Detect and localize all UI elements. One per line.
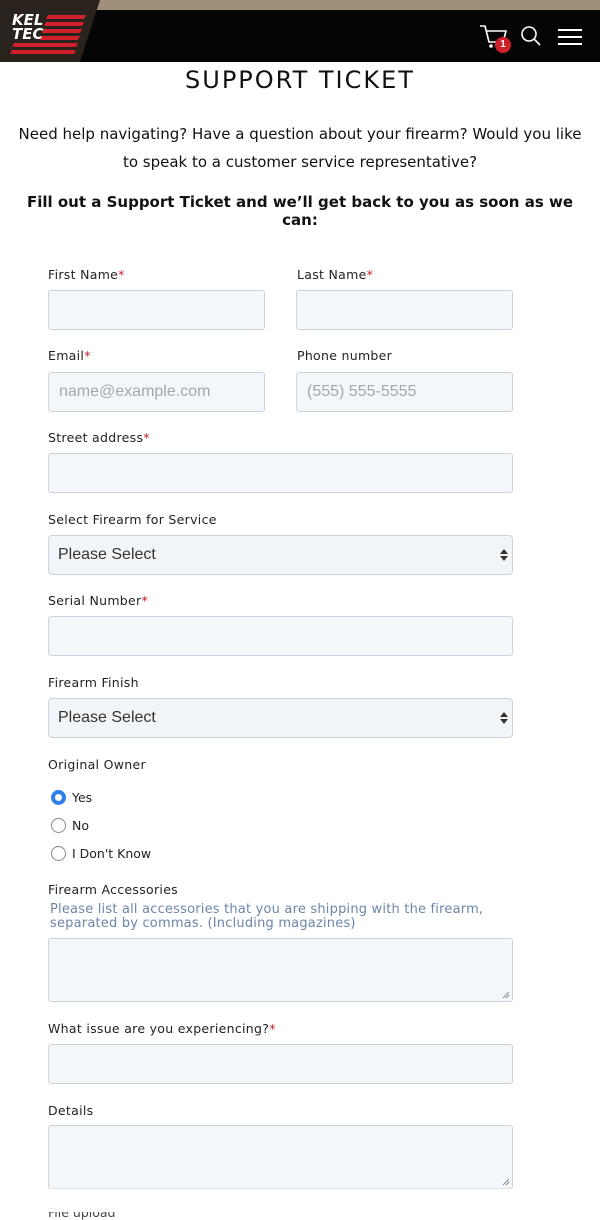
- details-textarea[interactable]: [48, 1125, 513, 1189]
- firearm-select-value: Please Select: [58, 546, 156, 563]
- email-label: Email*: [48, 348, 91, 363]
- first-name-field[interactable]: [48, 290, 265, 330]
- owner-option-no[interactable]: No: [51, 817, 251, 837]
- intro-bold-text: Fill out a Support Ticket and we’ll get …: [26, 193, 573, 229]
- resize-grip-icon[interactable]: [502, 991, 510, 999]
- resize-grip-icon[interactable]: [502, 1178, 510, 1186]
- last-name-field[interactable]: [296, 290, 513, 330]
- search-icon: [521, 26, 541, 46]
- page-title: SUPPORT TICKET: [185, 66, 415, 94]
- logo-mark-icon: KEL TEC: [10, 11, 86, 54]
- serial-number-label: Serial Number*: [48, 593, 149, 608]
- radio-unchecked-icon: [51, 818, 66, 833]
- hamburger-menu-icon: [558, 29, 582, 45]
- search-button[interactable]: [520, 25, 542, 52]
- original-owner-label: Original Owner: [48, 757, 146, 772]
- street-address-label: Street address*: [48, 430, 150, 445]
- radio-unchecked-icon: [51, 846, 66, 861]
- select-arrows-icon: [500, 712, 508, 724]
- last-name-label: Last Name*: [297, 267, 374, 282]
- firearm-select[interactable]: Please Select: [48, 535, 513, 575]
- radio-checked-icon: [51, 790, 66, 805]
- issue-field[interactable]: [48, 1044, 513, 1084]
- menu-button[interactable]: [558, 28, 582, 51]
- owner-option-label: I Don't Know: [72, 846, 152, 861]
- owner-option-label: Yes: [72, 790, 93, 805]
- serial-number-field[interactable]: [48, 616, 513, 656]
- owner-option-dont-know[interactable]: I Don't Know: [51, 845, 251, 865]
- select-arrows-icon: [500, 549, 508, 561]
- cart-count-badge: 1: [495, 37, 511, 53]
- firearm-select-label: Select Firearm for Service: [48, 512, 217, 527]
- firearm-finish-select[interactable]: Please Select: [48, 698, 513, 738]
- intro-text: Need help navigating? Have a question ab…: [18, 125, 582, 171]
- firearm-finish-label: Firearm Finish: [48, 675, 139, 690]
- firearm-accessories-label: Firearm Accessories: [48, 882, 178, 897]
- issue-label: What issue are you experiencing?*: [48, 1021, 276, 1036]
- phone-label: Phone number: [297, 348, 393, 363]
- owner-option-yes[interactable]: Yes: [51, 789, 251, 809]
- first-name-label: First Name*: [48, 267, 125, 282]
- bottom-fade: [0, 1188, 600, 1212]
- logo-text-line2: TEC: [12, 25, 44, 43]
- details-label: Details: [48, 1103, 94, 1118]
- accessories-textarea[interactable]: [48, 938, 513, 1002]
- accessories-help-text: Please list all accessories that you are…: [50, 902, 484, 931]
- email-field[interactable]: [48, 372, 265, 412]
- phone-field[interactable]: [296, 372, 513, 412]
- street-address-field[interactable]: [48, 453, 513, 493]
- finish-select-value: Please Select: [58, 709, 156, 726]
- owner-option-label: No: [72, 818, 89, 833]
